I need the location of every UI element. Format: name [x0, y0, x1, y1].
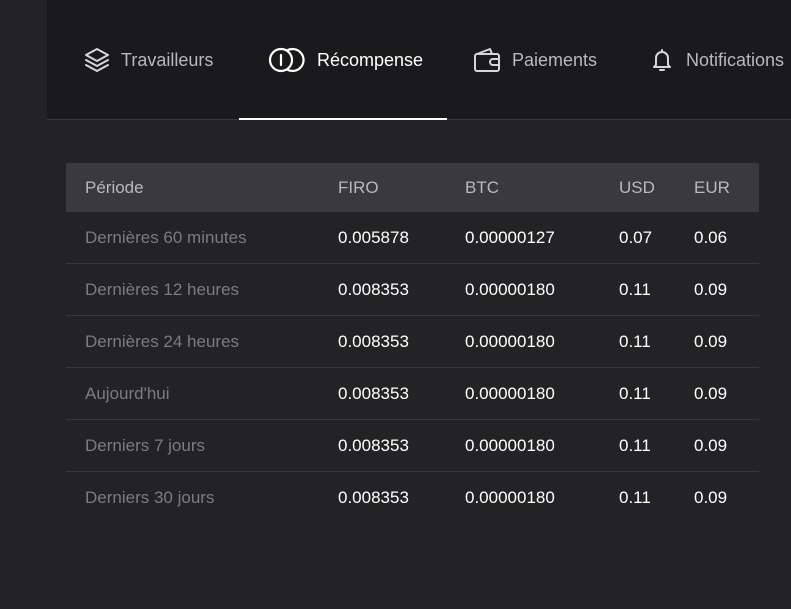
tab-paiements[interactable]: Paiements — [472, 0, 597, 120]
period-cell: Derniers 30 jours — [85, 488, 215, 507]
tab-label: Notifications — [686, 49, 785, 70]
table-row: Derniers 7 jours 0.008353 0.00000180 0.1… — [66, 420, 759, 472]
eur-cell: 0.06 — [694, 227, 728, 247]
btc-cell: 0.00000180 — [465, 279, 555, 299]
usd-cell: 0.07 — [619, 227, 653, 247]
period-cell: Dernières 60 minutes — [85, 227, 247, 247]
layers-icon — [83, 46, 111, 74]
firo-cell: 0.005878 — [338, 227, 409, 247]
eur-cell: 0.09 — [694, 331, 728, 351]
wallet-icon — [472, 46, 502, 74]
period-cell: Dernières 24 heures — [85, 331, 240, 351]
tab-bar: Travailleurs Récompense Paiements Notifi… — [47, 0, 791, 120]
btc-cell: 0.00000180 — [465, 435, 555, 455]
usd-cell: 0.11 — [619, 488, 651, 507]
firo-cell: 0.008353 — [338, 435, 409, 455]
firo-cell: 0.008353 — [338, 488, 409, 507]
header-btc: BTC — [465, 177, 499, 197]
usd-cell: 0.11 — [619, 383, 651, 403]
eur-cell: 0.09 — [694, 488, 728, 507]
rewards-table: Période FIRO BTC USD EUR Dernières 60 mi… — [66, 163, 759, 524]
table-row: Dernières 24 heures 0.008353 0.00000180 … — [66, 316, 759, 368]
firo-cell: 0.008353 — [338, 331, 409, 351]
table-row: Dernières 12 heures 0.008353 0.00000180 … — [66, 264, 759, 316]
active-tab-indicator — [239, 118, 447, 120]
btc-cell: 0.00000127 — [465, 227, 555, 247]
eur-cell: 0.09 — [694, 279, 728, 299]
btc-cell: 0.00000180 — [465, 488, 555, 507]
table-row: Aujourd'hui 0.008353 0.00000180 0.11 0.0… — [66, 368, 759, 420]
firo-cell: 0.008353 — [338, 383, 409, 403]
table-row: Derniers 30 jours 0.008353 0.00000180 0.… — [66, 472, 759, 524]
header-eur: EUR — [694, 177, 730, 197]
firo-cell: 0.008353 — [338, 279, 409, 299]
period-cell: Aujourd'hui — [85, 383, 170, 403]
btc-cell: 0.00000180 — [465, 383, 555, 403]
usd-cell: 0.11 — [619, 331, 651, 351]
btc-cell: 0.00000180 — [465, 331, 555, 351]
tab-label: Récompense — [317, 49, 424, 70]
table-header: Période FIRO BTC USD EUR — [66, 163, 759, 212]
tab-label: Paiements — [512, 49, 598, 70]
period-cell: Dernières 12 heures — [85, 279, 240, 299]
eur-cell: 0.09 — [694, 435, 728, 455]
tab-recompense[interactable]: Récompense — [267, 0, 423, 120]
tab-travailleurs[interactable]: Travailleurs — [83, 0, 213, 120]
header-usd: USD — [619, 177, 655, 197]
tab-notifications[interactable]: Notifications — [648, 0, 784, 120]
bell-icon — [648, 46, 676, 74]
header-firo: FIRO — [338, 177, 379, 197]
usd-cell: 0.11 — [619, 435, 651, 455]
tab-label: Travailleurs — [121, 49, 214, 70]
left-strip — [0, 0, 47, 120]
coin-icon — [267, 46, 307, 74]
table-row: Dernières 60 minutes 0.005878 0.00000127… — [66, 212, 759, 264]
header-period: Période — [85, 177, 144, 197]
usd-cell: 0.11 — [619, 279, 651, 299]
period-cell: Derniers 7 jours — [85, 435, 205, 455]
eur-cell: 0.09 — [694, 383, 728, 403]
